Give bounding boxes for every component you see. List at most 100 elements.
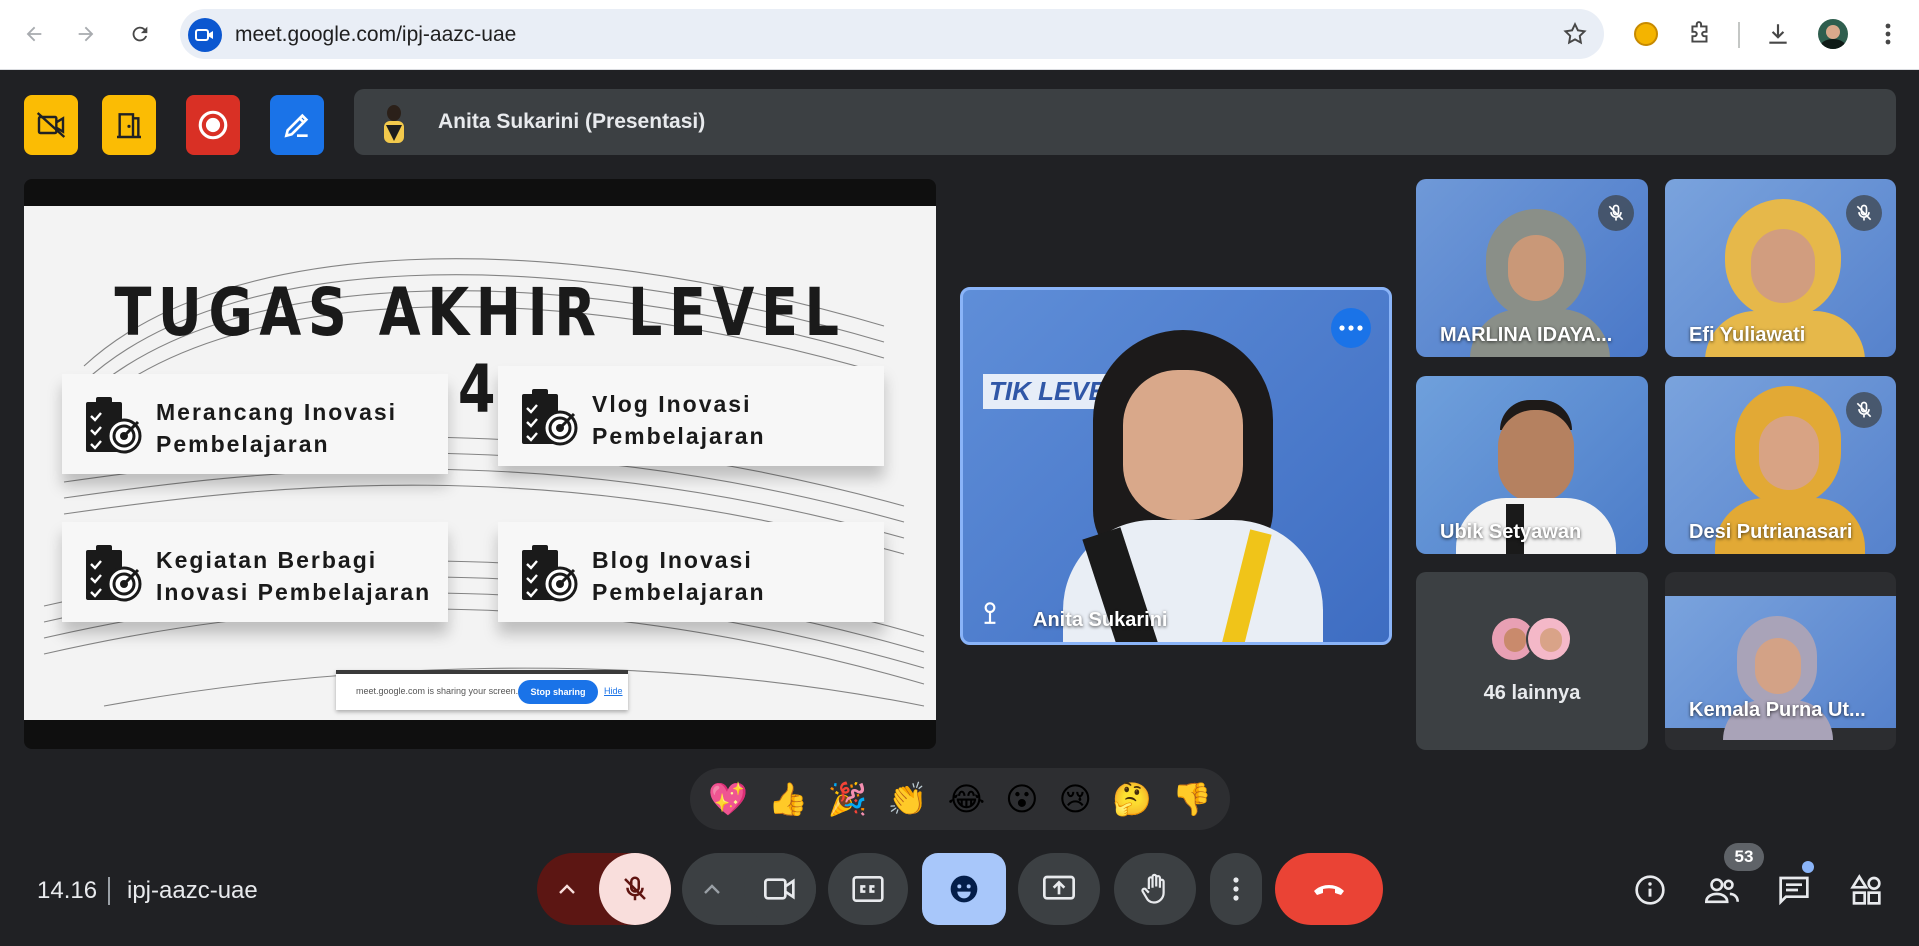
host-controls-button[interactable] <box>24 95 78 155</box>
hide-share-link[interactable]: Hide <box>604 686 623 696</box>
audio-options-button[interactable] <box>537 853 597 925</box>
camera-toggle[interactable] <box>744 853 816 925</box>
presenter-avatar <box>376 101 412 143</box>
slide-card-line: Pembelajaran <box>156 431 330 457</box>
url-text: meet.google.com/ipj-aazc-uae <box>235 23 517 46</box>
recording-button[interactable] <box>186 95 240 155</box>
extensions-puzzle-icon[interactable] <box>1682 16 1718 52</box>
reload-icon <box>132 26 148 42</box>
camera-icon <box>764 878 795 900</box>
breakout-rooms-button[interactable] <box>102 95 156 155</box>
more-vertical-icon <box>1233 877 1239 901</box>
send-reaction-button[interactable] <box>922 853 1006 925</box>
participant-tile[interactable]: MARLINA IDAYA... <box>1416 179 1648 357</box>
meet-site-icon[interactable] <box>188 18 222 52</box>
meeting-code: ipj-aazc-uae <box>127 877 258 904</box>
reaction-thinking[interactable]: 🤔 <box>1112 780 1152 818</box>
reaction-thumbs-down[interactable]: 👎 <box>1172 780 1212 818</box>
presentation-slide: TUGAS AKHIR LEVEL 4 Merancang Inovasi Pem… <box>24 206 936 720</box>
raise-hand-button[interactable] <box>1114 853 1196 925</box>
presentation-title: Anita Sukarini (Presentasi) <box>438 110 706 133</box>
microphone-toggle[interactable] <box>599 853 671 925</box>
participant-name: Efi Yuliawati <box>1689 324 1806 346</box>
record-icon <box>198 110 228 140</box>
toolbar-divider <box>1738 22 1740 48</box>
slide-card: Vlog Inovasi Pembelajaran <box>498 366 884 466</box>
stop-sharing-button[interactable]: Stop sharing <box>518 680 598 704</box>
more-horizontal-icon <box>1339 325 1363 331</box>
speaker-tile[interactable]: TIK LEVEL 4 Anita Sukarini <box>960 287 1392 645</box>
participant-tile[interactable]: Efi Yuliawati <box>1665 179 1896 357</box>
slide-card-line: Kegiatan Berbagi <box>156 547 378 573</box>
chevron-up-icon <box>704 884 720 894</box>
emoji-icon <box>950 875 978 903</box>
more-options-button[interactable] <box>1210 853 1262 925</box>
reaction-surprised[interactable]: 😮 <box>1005 780 1038 818</box>
reaction-laughing[interactable]: 😂 <box>948 780 985 818</box>
others-tile[interactable]: 46 lainnya <box>1416 572 1648 750</box>
forward-button[interactable] <box>68 16 104 52</box>
slide-card: Blog Inovasi Pembelajaran <box>498 522 884 622</box>
reaction-clapping[interactable]: 👏 <box>888 780 928 818</box>
downloads-icon[interactable] <box>1760 16 1796 52</box>
participant-name: Kemala Purna Ut... <box>1689 699 1866 721</box>
muted-mic-icon <box>1846 392 1882 428</box>
shapes-icon <box>1850 874 1881 905</box>
participant-name: Ubik Setyawan <box>1440 521 1582 543</box>
muted-mic-icon <box>1846 195 1882 231</box>
meeting-details-button[interactable] <box>1627 867 1673 913</box>
participant-tile[interactable]: Desi Putrianasari <box>1665 376 1896 554</box>
address-bar[interactable]: meet.google.com/ipj-aazc-uae <box>180 9 1604 59</box>
whiteboard-button[interactable] <box>270 95 324 155</box>
present-now-button[interactable] <box>1018 853 1100 925</box>
closed-captions-icon <box>852 876 884 902</box>
captions-button[interactable] <box>828 853 908 925</box>
more-options-button[interactable] <box>1331 308 1371 348</box>
profile-avatar[interactable] <box>1815 16 1851 52</box>
bookmark-star-icon[interactable] <box>1562 21 1588 52</box>
end-call-icon <box>1314 885 1344 895</box>
clipboard-target-icon <box>522 389 578 446</box>
slide-card-line: Blog Inovasi <box>592 547 753 573</box>
meet-stage: Anita Sukarini (Presentasi) TUGAS AKHIR … <box>0 71 1919 946</box>
participant-name: Anita Sukarini <box>1033 609 1168 631</box>
participant-tile[interactable]: Kemala Purna Ut... <box>1665 572 1896 750</box>
muted-mic-icon <box>1598 195 1634 231</box>
reaction-sparkling-heart[interactable]: 💖 <box>708 780 748 818</box>
slide-card-line: Pembelajaran <box>592 579 766 605</box>
reaction-party-popper[interactable]: 🎉 <box>828 780 868 818</box>
present-screen-icon <box>1043 875 1075 900</box>
participant-tile[interactable]: Ubik Setyawan <box>1416 376 1648 554</box>
others-count: 46 lainnya <box>1483 682 1581 704</box>
video-options-button[interactable] <box>682 853 742 925</box>
participant-count-badge: 53 <box>1724 843 1764 871</box>
reaction-crying[interactable]: 😢 <box>1059 780 1092 818</box>
extension-emoji-icon[interactable] <box>1628 16 1664 52</box>
people-button[interactable] <box>1699 867 1745 913</box>
back-button[interactable] <box>16 16 52 52</box>
share-message: meet.google.com is sharing your screen. <box>356 686 519 696</box>
slide-card-line: Vlog Inovasi <box>592 391 752 417</box>
chevron-up-icon <box>559 884 575 894</box>
video-control-group <box>682 853 816 925</box>
reaction-thumbs-up[interactable]: 👍 <box>768 780 808 818</box>
presentation-banner: Anita Sukarini (Presentasi) <box>354 89 1896 155</box>
reload-button[interactable] <box>122 16 158 52</box>
meeting-time: 14.16 <box>37 877 98 904</box>
participant-name: Desi Putrianasari <box>1689 521 1853 543</box>
activities-button[interactable] <box>1843 867 1889 913</box>
leave-call-button[interactable] <box>1275 853 1383 925</box>
chat-button[interactable] <box>1771 867 1817 913</box>
mic-off-icon <box>624 876 646 901</box>
clipboard-target-icon <box>522 545 578 602</box>
people-icon <box>1705 878 1739 904</box>
chrome-menu-icon[interactable] <box>1870 16 1906 52</box>
clipboard-target-icon <box>86 397 142 454</box>
info-icon <box>1635 875 1665 905</box>
clipboard-target-icon <box>86 545 142 602</box>
audio-control-group <box>537 853 671 925</box>
slide-card-line: Inovasi Pembelajaran <box>156 579 432 605</box>
speaker-video <box>1063 330 1323 642</box>
presentation-view[interactable]: TUGAS AKHIR LEVEL 4 Merancang Inovasi Pem… <box>24 179 936 749</box>
slide-card-line: Pembelajaran <box>592 423 766 449</box>
